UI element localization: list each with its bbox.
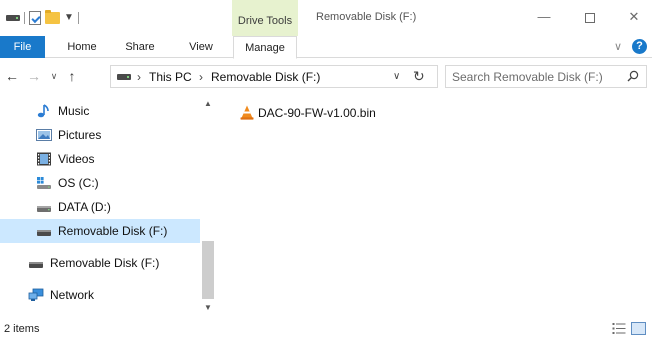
file-name: DAC-90-FW-v1.00.bin bbox=[258, 106, 376, 120]
minimize-button[interactable]: — bbox=[534, 8, 554, 26]
minimize-icon: — bbox=[537, 9, 551, 24]
scroll-up-arrow-icon[interactable]: ▲ bbox=[200, 97, 216, 111]
recent-locations-chevron-icon[interactable]: ∨ bbox=[46, 68, 62, 84]
file-item[interactable]: DAC-90-FW-v1.00.bin bbox=[238, 103, 438, 123]
breadcrumb-chevron-icon[interactable]: › bbox=[199, 70, 203, 84]
nav-item-removable-disk[interactable]: Removable Disk (F:) bbox=[0, 251, 200, 275]
tab-home[interactable]: Home bbox=[62, 36, 102, 58]
drive-icon[interactable] bbox=[6, 15, 20, 21]
status-bar: 2 items bbox=[0, 318, 652, 340]
nav-item-music[interactable]: Music bbox=[0, 99, 200, 123]
details-view-icon[interactable] bbox=[612, 322, 626, 335]
nav-item-label: Pictures bbox=[58, 128, 102, 142]
nav-item-label: Removable Disk (F:) bbox=[50, 256, 160, 270]
contextual-tab-group-label: Drive Tools bbox=[237, 15, 293, 27]
usb-drive-icon bbox=[37, 230, 51, 236]
window-title: Removable Disk (F:) bbox=[316, 11, 417, 23]
help-icon[interactable]: ? bbox=[632, 39, 647, 54]
usb-drive-icon bbox=[29, 262, 43, 268]
nav-item-videos[interactable]: Videos bbox=[0, 147, 200, 171]
drive-icon bbox=[37, 206, 51, 212]
quick-access-toolbar: ▼ bbox=[6, 9, 79, 27]
close-button[interactable]: ✕ bbox=[624, 8, 644, 26]
customize-qat-icon[interactable]: ▼ bbox=[64, 13, 74, 23]
nav-item-pictures[interactable]: Pictures bbox=[0, 123, 200, 147]
nav-item-label: Music bbox=[58, 104, 90, 118]
title-bar: ▼ Drive Tools Removable Disk (F:) — ✕ bbox=[0, 0, 652, 36]
scroll-down-arrow-icon[interactable]: ▼ bbox=[200, 301, 216, 315]
music-icon bbox=[37, 104, 49, 118]
nav-item-label: DATA (D:) bbox=[58, 200, 111, 214]
tab-share[interactable]: Share bbox=[120, 36, 160, 58]
nav-item-os-c[interactable]: OS (C:) bbox=[0, 171, 200, 195]
nav-item-label: Network bbox=[50, 288, 95, 302]
maximize-button[interactable] bbox=[580, 8, 600, 26]
new-folder-icon[interactable] bbox=[45, 10, 60, 24]
address-history-chevron-icon[interactable]: ∨ bbox=[393, 71, 400, 82]
large-icons-view-icon[interactable] bbox=[631, 322, 646, 335]
vlc-icon bbox=[240, 105, 254, 120]
drive-icon bbox=[117, 74, 131, 80]
search-icon[interactable] bbox=[627, 70, 639, 82]
nav-item-label: Removable Disk (F:) bbox=[58, 224, 168, 238]
tab-file[interactable]: File bbox=[0, 36, 45, 58]
search-box[interactable] bbox=[445, 65, 647, 88]
pictures-icon bbox=[36, 129, 52, 141]
videos-icon bbox=[37, 152, 51, 166]
up-arrow-icon[interactable]: ↑ bbox=[64, 68, 80, 84]
breadcrumb-chevron-icon[interactable]: › bbox=[137, 70, 141, 84]
scrollbar-thumb[interactable] bbox=[202, 241, 214, 299]
navigation-bar: ← → ∨ ↑ › This PC › Removable Disk (F:) … bbox=[0, 59, 652, 93]
maximize-icon bbox=[585, 12, 595, 23]
qat-separator bbox=[24, 12, 25, 24]
ribbon-tabs: File Home Share View Manage bbox=[0, 36, 652, 59]
tab-manage[interactable]: Manage bbox=[233, 36, 297, 59]
close-icon: ✕ bbox=[628, 9, 640, 24]
expand-ribbon-chevron-icon[interactable]: ∨ bbox=[614, 40, 622, 53]
navigation-pane: Music Pictures Videos OS (C:) DATA (D:) … bbox=[0, 93, 216, 318]
forward-arrow-icon[interactable]: → bbox=[26, 68, 42, 84]
back-arrow-icon[interactable]: ← bbox=[4, 68, 20, 84]
tab-view[interactable]: View bbox=[180, 36, 222, 58]
address-bar[interactable]: › This PC › Removable Disk (F:) ∨ ↻ bbox=[110, 65, 438, 88]
nav-item-label: OS (C:) bbox=[58, 176, 99, 190]
qat-separator bbox=[77, 12, 79, 24]
windows-drive-icon bbox=[37, 177, 51, 189]
search-input[interactable] bbox=[452, 69, 622, 84]
network-icon bbox=[28, 288, 44, 301]
file-list: DAC-90-FW-v1.00.bin bbox=[216, 93, 652, 318]
refresh-icon[interactable]: ↻ bbox=[413, 68, 425, 85]
breadcrumb-removable-disk[interactable]: Removable Disk (F:) bbox=[211, 70, 320, 84]
nav-item-data-d[interactable]: DATA (D:) bbox=[0, 195, 200, 219]
nav-item-label: Videos bbox=[58, 152, 95, 166]
properties-icon[interactable] bbox=[29, 11, 41, 25]
item-count: 2 items bbox=[4, 323, 40, 335]
nav-item-removable-disk-selected[interactable]: Removable Disk (F:) bbox=[0, 219, 200, 243]
nav-item-network[interactable]: Network bbox=[0, 283, 200, 307]
breadcrumb-this-pc[interactable]: This PC bbox=[149, 70, 192, 84]
